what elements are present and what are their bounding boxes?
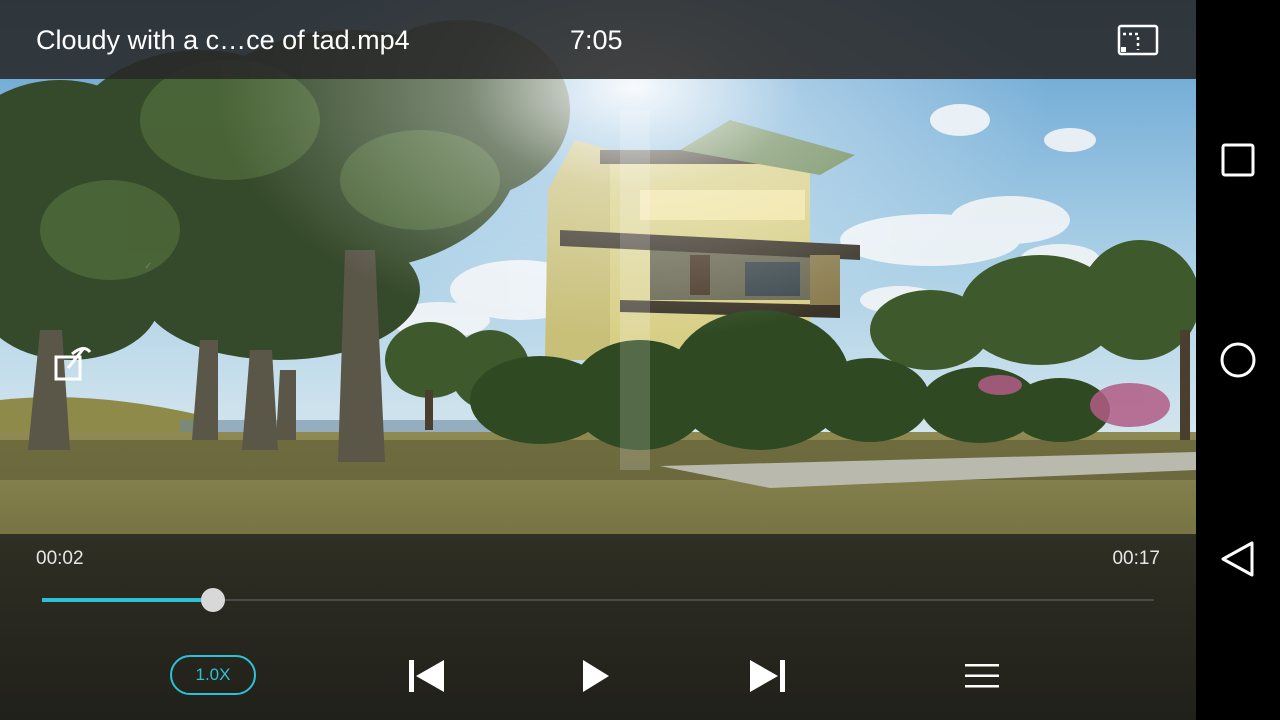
home-button[interactable] [1214, 336, 1262, 384]
seek-thumb[interactable] [201, 588, 226, 612]
next-button[interactable] [744, 652, 792, 700]
video-player-screen: Cloudy with a c…ce of tad.mp4 7:05 00:02… [0, 0, 1280, 720]
system-navigation-bar [1196, 0, 1280, 720]
play-button[interactable] [572, 652, 620, 700]
playback-speed-button[interactable]: 1.0X [170, 655, 256, 695]
previous-button[interactable] [402, 652, 450, 700]
recents-button[interactable] [1214, 136, 1262, 184]
status-clock: 7:05 [570, 25, 623, 55]
seek-progress [42, 598, 214, 602]
cast-icon [1117, 24, 1159, 56]
screen-rotation-lock-icon [54, 347, 92, 381]
square-recents-icon [1221, 143, 1255, 177]
elapsed-time: 00:02 [36, 548, 84, 569]
playlist-button[interactable] [958, 652, 1006, 700]
rotation-lock-button[interactable] [50, 340, 98, 388]
top-bar: Cloudy with a c…ce of tad.mp4 7:05 [0, 0, 1196, 79]
skip-previous-icon [409, 660, 444, 692]
skip-next-icon [750, 660, 785, 692]
playback-controls-panel: 00:02 00:17 1.0X [0, 534, 1196, 720]
playlist-menu-icon [965, 664, 999, 688]
total-duration: 00:17 [1112, 548, 1160, 569]
circle-home-icon [1220, 342, 1256, 378]
video-title: Cloudy with a c…ce of tad.mp4 [36, 25, 410, 55]
triangle-back-icon [1221, 541, 1254, 577]
cast-button[interactable] [1112, 20, 1164, 60]
back-button[interactable] [1214, 535, 1262, 583]
play-icon [583, 660, 609, 692]
seek-bar[interactable] [42, 588, 1154, 612]
